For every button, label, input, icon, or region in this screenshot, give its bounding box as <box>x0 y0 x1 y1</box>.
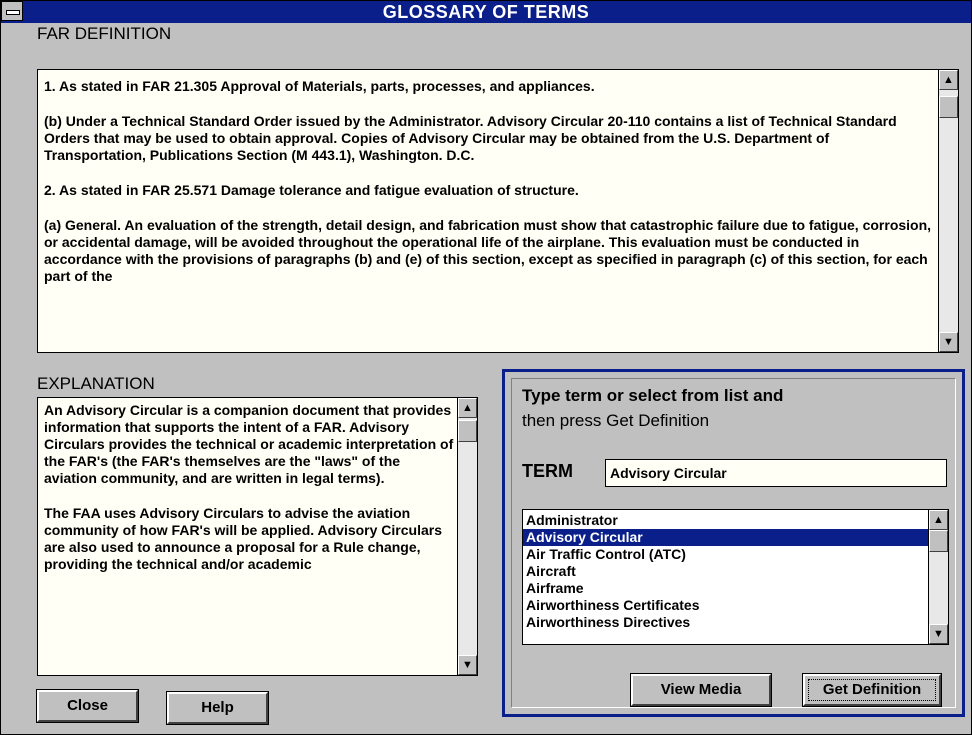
glossary-window: GLOSSARY OF TERMS FAR DEFINITION 1. As s… <box>0 0 972 735</box>
help-button[interactable]: Help <box>167 692 268 724</box>
far-definition-heading: FAR DEFINITION <box>37 24 172 43</box>
view-media-button[interactable]: View Media <box>631 674 771 706</box>
list-item[interactable]: Airworthiness Certificates <box>523 597 932 614</box>
down-arrow-icon[interactable]: ▼ <box>939 332 958 352</box>
list-item[interactable]: Aircraft <box>523 563 932 580</box>
window-title: GLOSSARY OF TERMS <box>382 2 590 22</box>
up-arrow-icon[interactable]: ▲ <box>929 510 948 530</box>
list-item[interactable]: Air Traffic Control (ATC) <box>523 546 932 563</box>
down-arrow-icon[interactable]: ▼ <box>458 655 477 675</box>
list-item-selected[interactable]: Advisory Circular <box>523 529 932 546</box>
list-item[interactable]: Airworthiness Directives <box>523 614 932 631</box>
list-scrollbar[interactable]: ▲ ▼ <box>928 510 948 644</box>
term-input[interactable] <box>605 459 947 487</box>
term-label: TERM <box>522 461 573 481</box>
explanation-heading: EXPLANATION <box>37 374 155 393</box>
explanation-scroll-thumb[interactable] <box>458 420 477 442</box>
system-menu-icon[interactable] <box>1 1 23 21</box>
far-scrollbar[interactable]: ▲ ▼ <box>938 70 958 352</box>
title-bar[interactable]: GLOSSARY OF TERMS <box>1 1 971 23</box>
close-button[interactable]: Close <box>37 690 138 722</box>
list-item[interactable]: Airframe <box>523 580 932 597</box>
far-definition-textbox[interactable]: 1. As stated in FAR 21.305 Approval of M… <box>37 69 959 353</box>
far-paragraph: (a) General. An evaluation of the streng… <box>44 217 932 284</box>
term-listbox[interactable]: Administrator Advisory Circular Air Traf… <box>522 509 949 645</box>
list-item[interactable]: Administrator <box>523 512 932 529</box>
instruction-line-2: then press Get Definition <box>522 411 710 430</box>
far-scroll-thumb[interactable] <box>939 96 958 118</box>
explanation-paragraph: The FAA uses Advisory Circulars to advis… <box>44 505 442 572</box>
far-paragraph: (b) Under a Technical Standard Order iss… <box>44 113 897 163</box>
far-paragraph: 1. As stated in FAR 21.305 Approval of M… <box>44 78 595 94</box>
up-arrow-icon[interactable]: ▲ <box>458 398 477 418</box>
explanation-textbox[interactable]: An Advisory Circular is a companion docu… <box>37 397 478 676</box>
instruction-line-1: Type term or select from list and <box>522 386 784 405</box>
up-arrow-icon[interactable]: ▲ <box>939 70 958 90</box>
explanation-paragraph: An Advisory Circular is a companion docu… <box>44 402 454 486</box>
down-arrow-icon[interactable]: ▼ <box>929 624 948 644</box>
list-scroll-thumb[interactable] <box>929 530 948 552</box>
explanation-scrollbar[interactable]: ▲ ▼ <box>457 398 477 675</box>
get-definition-button[interactable]: Get Definition <box>803 674 941 706</box>
far-paragraph: 2. As stated in FAR 25.571 Damage tolera… <box>44 182 579 198</box>
